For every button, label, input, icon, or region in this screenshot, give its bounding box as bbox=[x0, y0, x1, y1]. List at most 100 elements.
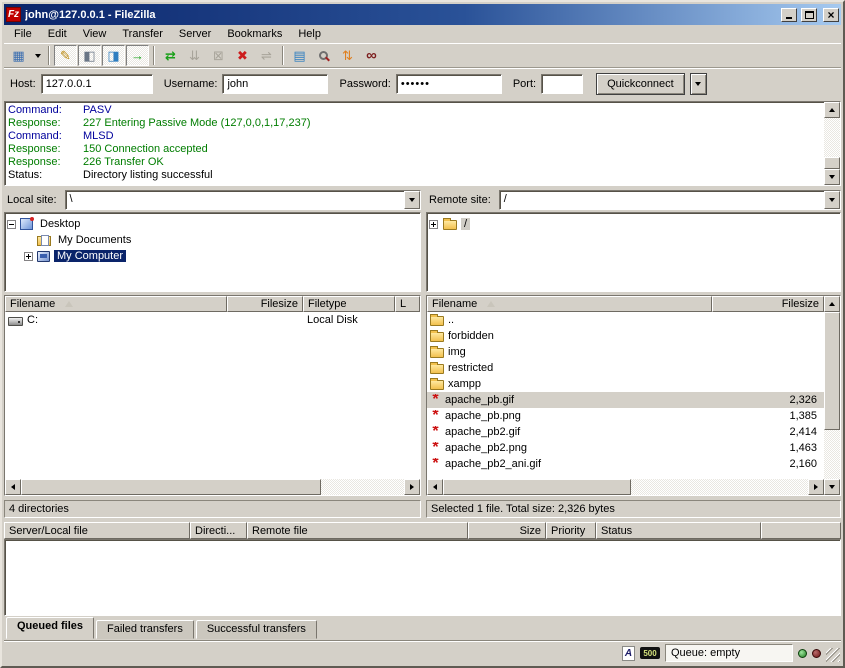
scroll-down-button[interactable] bbox=[824, 169, 840, 185]
scroll-thumb[interactable] bbox=[443, 479, 631, 495]
arrow-right-icon bbox=[410, 484, 414, 490]
tab-successful-transfers[interactable]: Successful transfers bbox=[196, 620, 317, 639]
file-row[interactable]: apache_pb2.gif2,414 bbox=[427, 424, 824, 440]
log-line: Response:227 Entering Passive Mode (127,… bbox=[8, 117, 823, 130]
file-row[interactable]: apache_pb2.png1,463 bbox=[427, 440, 824, 456]
arrow-right-icon bbox=[814, 484, 818, 490]
column-header-filename[interactable]: Filename bbox=[5, 296, 227, 312]
menu-bookmarks[interactable]: Bookmarks bbox=[219, 26, 290, 42]
local-list-header: Filename Filesize Filetype L bbox=[5, 296, 420, 312]
image-file-icon bbox=[429, 444, 442, 452]
local-hscrollbar[interactable] bbox=[5, 479, 420, 495]
binoculars-icon: ∞ bbox=[366, 48, 377, 63]
expand-icon[interactable] bbox=[429, 220, 438, 229]
column-header-direction[interactable]: Directi... bbox=[190, 522, 247, 539]
sync-browsing-icon: ⇅ bbox=[342, 49, 353, 62]
username-input[interactable] bbox=[222, 74, 328, 94]
scroll-up-button[interactable] bbox=[824, 102, 840, 118]
minimize-button[interactable] bbox=[781, 8, 797, 22]
file-row[interactable]: xampp bbox=[427, 376, 824, 392]
column-header-server-local-file[interactable]: Server/Local file bbox=[4, 522, 190, 539]
scroll-right-button[interactable] bbox=[404, 479, 420, 495]
scroll-left-button[interactable] bbox=[5, 479, 21, 495]
speed-limits-icon[interactable]: 500 bbox=[640, 647, 660, 659]
process-queue-button[interactable]: ⇊ bbox=[183, 45, 206, 66]
tab-failed-transfers[interactable]: Failed transfers bbox=[96, 620, 194, 639]
synchronized-browsing-button[interactable]: ⇅ bbox=[336, 45, 359, 66]
remote-site-combobox[interactable]: / bbox=[499, 190, 841, 210]
scroll-thumb[interactable] bbox=[21, 479, 321, 495]
menu-server[interactable]: Server bbox=[171, 26, 219, 42]
datatype-ascii-icon[interactable]: A bbox=[622, 646, 635, 661]
column-header-status[interactable]: Status bbox=[596, 522, 761, 539]
file-row[interactable]: apache_pb.png1,385 bbox=[427, 408, 824, 424]
menu-transfer[interactable]: Transfer bbox=[114, 26, 171, 42]
tab-queued-files[interactable]: Queued files bbox=[6, 617, 94, 639]
compare-directories-button[interactable] bbox=[312, 45, 335, 66]
toggle-local-tree-button[interactable]: ◧ bbox=[78, 45, 101, 66]
scroll-thumb[interactable] bbox=[824, 312, 840, 430]
cancel-button[interactable]: ⊠ bbox=[207, 45, 230, 66]
password-input[interactable] bbox=[396, 74, 502, 94]
remote-site-dropdown[interactable] bbox=[824, 191, 840, 209]
file-row-selected[interactable]: apache_pb.gif2,326 bbox=[427, 392, 824, 408]
maximize-button[interactable] bbox=[801, 8, 817, 22]
column-header-size[interactable]: Size bbox=[468, 522, 546, 539]
menu-view[interactable]: View bbox=[75, 26, 115, 42]
quickconnect-dropdown[interactable] bbox=[690, 73, 707, 95]
column-header-filetype[interactable]: Filetype bbox=[303, 296, 395, 312]
disconnect-button[interactable]: ✖ bbox=[231, 45, 254, 66]
file-row[interactable]: restricted bbox=[427, 360, 824, 376]
toggle-remote-tree-button[interactable]: ◨ bbox=[102, 45, 125, 66]
scroll-thumb[interactable] bbox=[824, 157, 840, 169]
host-input[interactable] bbox=[41, 74, 153, 94]
file-row[interactable]: .. bbox=[427, 312, 824, 328]
column-header-remote-file[interactable]: Remote file bbox=[247, 522, 468, 539]
menu-help[interactable]: Help bbox=[290, 26, 329, 42]
local-tree-icon: ◧ bbox=[83, 49, 95, 62]
expand-icon[interactable] bbox=[24, 252, 33, 261]
local-rows: C: Local Disk bbox=[5, 312, 420, 479]
sort-ascending-icon bbox=[65, 301, 73, 307]
scroll-down-button[interactable] bbox=[824, 479, 840, 495]
filter-button[interactable]: ▤ bbox=[288, 45, 311, 66]
local-site-dropdown[interactable] bbox=[404, 191, 420, 209]
drive-icon bbox=[8, 317, 23, 326]
resize-grip[interactable] bbox=[826, 648, 840, 662]
tree-item-my-documents[interactable]: My Documents bbox=[7, 232, 418, 248]
reconnect-button[interactable]: ⇌ bbox=[255, 45, 278, 66]
log-scrollbar[interactable] bbox=[824, 102, 840, 185]
column-header-filename[interactable]: Filename bbox=[427, 296, 712, 312]
menu-file[interactable]: File bbox=[6, 26, 40, 42]
scroll-up-button[interactable] bbox=[824, 296, 840, 312]
remote-hscrollbar[interactable] bbox=[427, 479, 824, 495]
site-manager-button[interactable]: ▦ bbox=[7, 45, 30, 66]
magnifier-icon bbox=[319, 51, 328, 60]
find-files-button[interactable]: ∞ bbox=[360, 45, 383, 66]
file-row[interactable]: apache_pb2_ani.gif2,160 bbox=[427, 456, 824, 472]
scroll-left-button[interactable] bbox=[427, 479, 443, 495]
collapse-icon[interactable] bbox=[7, 220, 16, 229]
site-manager-dropdown[interactable] bbox=[31, 45, 44, 66]
queue-list[interactable] bbox=[4, 539, 841, 616]
toggle-log-button[interactable]: ✎ bbox=[54, 45, 77, 66]
toggle-queue-button[interactable]: → bbox=[126, 45, 149, 66]
port-input[interactable] bbox=[541, 74, 583, 94]
tree-item-my-computer[interactable]: My Computer bbox=[7, 248, 418, 264]
close-button[interactable] bbox=[823, 8, 839, 22]
file-row[interactable]: img bbox=[427, 344, 824, 360]
file-row-c-drive[interactable]: C: Local Disk bbox=[5, 312, 420, 328]
file-row[interactable]: forbidden bbox=[427, 328, 824, 344]
column-header-filesize[interactable]: Filesize bbox=[712, 296, 824, 312]
local-site-combobox[interactable]: \ bbox=[65, 190, 421, 210]
quickconnect-button[interactable]: Quickconnect bbox=[596, 73, 685, 95]
remote-vscrollbar[interactable] bbox=[824, 296, 840, 495]
scroll-right-button[interactable] bbox=[808, 479, 824, 495]
column-header-last-modified[interactable]: L bbox=[395, 296, 420, 312]
column-header-priority[interactable]: Priority bbox=[546, 522, 596, 539]
menu-edit[interactable]: Edit bbox=[40, 26, 75, 42]
tree-item-root[interactable]: / bbox=[429, 216, 838, 232]
refresh-button[interactable]: ⇄ bbox=[159, 45, 182, 66]
tree-item-desktop[interactable]: Desktop bbox=[7, 216, 418, 232]
column-header-filesize[interactable]: Filesize bbox=[227, 296, 303, 312]
